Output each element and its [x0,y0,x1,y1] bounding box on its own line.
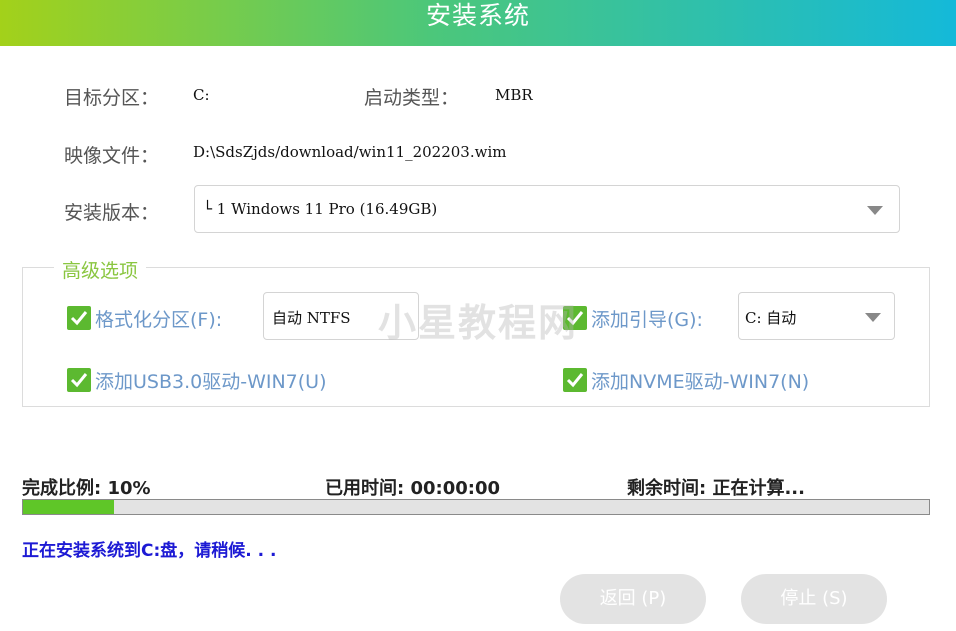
filesystem-value: 自动 NTFS [272,309,351,327]
add-boot-label: 添加引导(G): [591,309,703,331]
checkmark-icon [70,311,88,326]
format-partition-label: 格式化分区(F): [95,309,223,331]
boot-type-label: 启动类型： [364,87,460,109]
completion-ratio: 完成比例: 10% [22,478,151,499]
install-version-select[interactable]: └ 1 Windows 11 Pro (16.49GB) [194,185,900,233]
install-version-label: 安装版本： [64,202,160,224]
advanced-options-legend: 高级选项 [54,256,147,283]
install-version-value: └ 1 Windows 11 Pro (16.49GB) [203,200,438,218]
remaining-time: 剩余时间: 正在计算... [627,478,805,499]
back-button[interactable]: 返回 (P) [560,574,706,624]
boot-type-value: MBR [495,86,533,104]
boot-drive-value: C: 自动 [745,309,797,327]
checkmark-icon [70,373,88,388]
image-file-path: D:\SdsZjds/download/win11_202203.wim [193,143,507,161]
window-title: 安装系统 [425,1,530,30]
chevron-down-icon [867,206,883,215]
header-bar: 安装系统 [0,0,956,46]
elapsed-time: 已用时间: 00:00:00 [325,478,501,499]
watermark: 小星教程网 [378,301,579,345]
status-message: 正在安装系统到C:盘，请稍候. . . [22,541,277,561]
usb-driver-checkbox[interactable] [67,368,91,392]
nvme-driver-checkbox[interactable] [563,368,587,392]
stop-button[interactable]: 停止 (S) [741,574,887,624]
progress-bar [22,499,930,515]
usb-driver-label: 添加USB3.0驱动-WIN7(U) [95,371,327,393]
boot-drive-select[interactable]: C: 自动 [738,292,895,340]
image-file-label: 映像文件： [64,145,160,167]
nvme-driver-label: 添加NVME驱动-WIN7(N) [591,371,810,393]
progress-fill [23,500,114,514]
format-partition-checkbox[interactable] [67,306,91,330]
checkmark-icon [566,373,584,388]
chevron-down-icon [865,313,881,322]
target-partition-label: 目标分区： [64,87,160,109]
target-partition-value: C: [193,86,210,104]
